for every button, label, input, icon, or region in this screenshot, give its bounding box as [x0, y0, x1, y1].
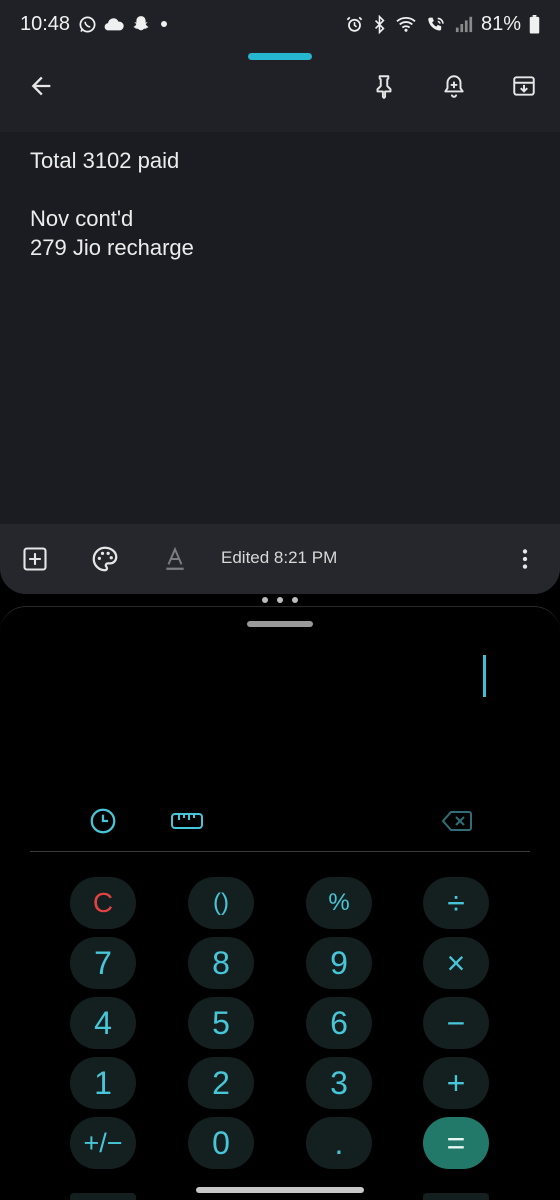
ruler-icon	[171, 813, 203, 829]
wifi-calling-icon	[428, 17, 444, 31]
unit-converter-button[interactable]	[169, 803, 205, 839]
text-format-button[interactable]	[156, 540, 194, 578]
digit-4-key[interactable]: 4	[70, 997, 136, 1049]
decimal-key[interactable]: .	[306, 1117, 372, 1169]
back-arrow-icon	[31, 76, 51, 96]
calculator-drag-handle[interactable]	[247, 621, 313, 627]
dot-icon	[277, 597, 283, 603]
bluetooth-icon	[374, 14, 385, 34]
battery-percentage: 81%	[480, 12, 521, 35]
notes-app-panel: Total 3102 paid Nov cont'd 279 Jio recha…	[0, 0, 560, 594]
note-line: Nov cont'd	[30, 206, 134, 231]
add-content-button[interactable]	[16, 540, 54, 578]
parentheses-key[interactable]: ()	[188, 877, 254, 929]
multiply-key[interactable]: ×	[423, 937, 489, 989]
digit-3-key[interactable]: 3	[306, 1057, 372, 1109]
cloud-icon	[104, 18, 124, 31]
clear-key[interactable]: C	[70, 877, 136, 929]
keypad-divider	[30, 851, 530, 852]
whatsapp-icon	[79, 16, 96, 32]
digit-9-key[interactable]: 9	[306, 937, 372, 989]
plus-minus-key[interactable]: +/−	[70, 1117, 136, 1169]
notification-icons	[78, 14, 171, 34]
notes-toolbar	[0, 48, 560, 132]
pin-icon	[376, 75, 392, 99]
palette-icon	[92, 546, 118, 572]
add-box-icon	[23, 547, 47, 571]
note-text-editor[interactable]: Total 3102 paid Nov cont'd 279 Jio recha…	[0, 132, 560, 524]
edited-timestamp: Edited 8:21 PM	[221, 548, 338, 567]
dot-icon	[262, 597, 268, 603]
next-row-key-peek	[423, 1193, 489, 1200]
digit-0-key[interactable]: 0	[188, 1117, 254, 1169]
note-line: 279 Jio recharge	[30, 235, 194, 260]
status-bar: 10:48 81%	[0, 0, 560, 48]
wifi-icon	[396, 17, 416, 32]
divide-key[interactable]: ÷	[423, 877, 489, 929]
digit-7-key[interactable]: 7	[70, 937, 136, 989]
history-button[interactable]	[85, 803, 121, 839]
more-vert-icon	[522, 549, 528, 569]
battery-icon	[529, 14, 540, 34]
calculator-app-panel: C () % ÷ 7 8 9 × 4 5 6 − 1 2 3 + +/− 0 .…	[0, 606, 560, 1200]
archive-button[interactable]	[504, 66, 544, 106]
snapchat-icon	[133, 16, 149, 31]
digit-1-key[interactable]: 1	[70, 1057, 136, 1109]
home-gesture-bar[interactable]	[196, 1187, 364, 1193]
system-icons: 81%	[345, 13, 540, 36]
pin-button[interactable]	[364, 66, 404, 106]
digit-6-key[interactable]: 6	[306, 997, 372, 1049]
digit-2-key[interactable]: 2	[188, 1057, 254, 1109]
split-screen-options-handle[interactable]	[262, 596, 298, 604]
more-options-button[interactable]	[506, 540, 544, 578]
dot-icon	[161, 21, 168, 27]
notes-bottom-bar: Edited 8:21 PM	[0, 524, 560, 594]
reminder-button[interactable]	[434, 66, 474, 106]
input-cursor	[483, 655, 486, 697]
reminder-bell-icon	[444, 75, 464, 98]
note-line: Total 3102 paid	[30, 148, 180, 173]
digit-5-key[interactable]: 5	[188, 997, 254, 1049]
signal-icon	[455, 16, 473, 33]
percent-key[interactable]: %	[306, 877, 372, 929]
calculator-tools-row	[0, 803, 560, 843]
equals-key[interactable]: =	[423, 1117, 489, 1169]
backspace-button[interactable]	[439, 803, 475, 839]
next-row-key-peek	[70, 1193, 136, 1200]
backspace-icon	[441, 811, 472, 831]
text-format-icon	[166, 546, 184, 570]
dot-icon	[292, 597, 298, 603]
add-key[interactable]: +	[423, 1057, 489, 1109]
note-line	[30, 175, 530, 204]
subtract-key[interactable]: −	[423, 997, 489, 1049]
archive-icon	[513, 76, 535, 96]
back-button[interactable]	[21, 66, 61, 106]
status-time: 10:48	[20, 12, 71, 35]
background-options-button[interactable]	[86, 540, 124, 578]
digit-8-key[interactable]: 8	[188, 937, 254, 989]
history-icon	[90, 808, 116, 834]
alarm-icon	[346, 16, 363, 32]
